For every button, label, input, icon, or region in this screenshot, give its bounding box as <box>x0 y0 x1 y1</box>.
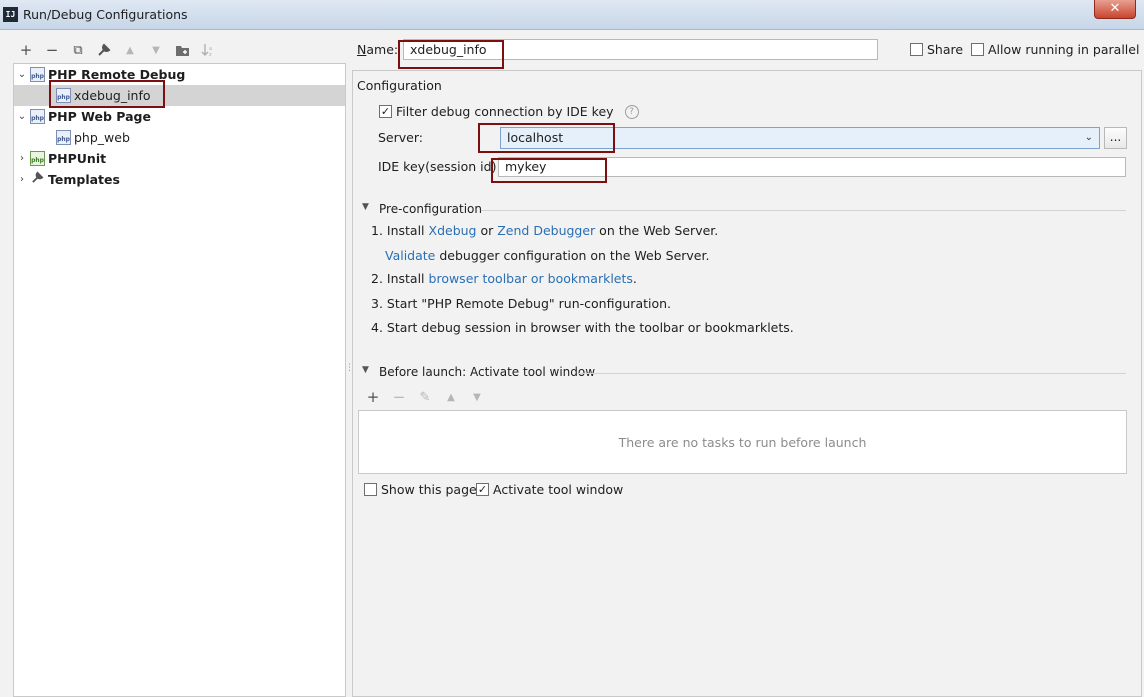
step-text: 1. Install <box>371 223 429 238</box>
splitter-handle[interactable]: ⋮ <box>345 364 354 373</box>
svg-text:z: z <box>209 52 212 57</box>
edit-defaults-icon[interactable] <box>91 38 117 62</box>
configuration-tree: ⌄ php PHP Remote Debug php xdebug_info ⌄… <box>13 63 346 697</box>
step-text: on the Web Server. <box>595 223 719 238</box>
activate-tool-window-checkbox[interactable]: ✓ Activate tool window <box>476 482 623 497</box>
name-label: Name: <box>357 42 399 57</box>
tree-item-phpunit[interactable]: › php PHPUnit <box>14 148 345 169</box>
share-label: Share <box>927 42 964 57</box>
preconfig-step-4: 4. Start debug session in browser with t… <box>371 320 794 335</box>
chevron-down-icon[interactable]: ⌄ <box>14 111 30 122</box>
browse-servers-button[interactable]: ... <box>1104 127 1127 149</box>
remove-icon[interactable]: − <box>39 38 65 62</box>
zend-debugger-link[interactable]: Zend Debugger <box>497 223 595 238</box>
chevron-down-icon[interactable]: ⌄ <box>1085 128 1093 148</box>
chevron-down-icon[interactable]: ⌄ <box>14 69 30 80</box>
app-icon: IJ <box>3 7 18 22</box>
show-this-page-label: Show this page <box>381 482 477 497</box>
add-icon[interactable]: + <box>13 38 39 62</box>
copy-icon[interactable]: ⧉ <box>65 38 91 62</box>
collapse-triangle-icon[interactable]: ▼ <box>362 365 369 375</box>
step-text: 2. Install <box>371 271 429 286</box>
step-text: or <box>476 223 498 238</box>
step-text: . <box>632 271 637 286</box>
highlight-box <box>491 158 607 183</box>
preconfig-step-1: 1. Install Xdebug or Zend Debugger on th… <box>371 223 718 238</box>
move-up-icon[interactable]: ▲ <box>441 392 461 403</box>
wrench-icon <box>30 171 45 188</box>
new-folder-icon[interactable] <box>169 38 195 62</box>
ide-key-label: IDE key(session id): <box>378 159 501 174</box>
tree-item-php-web[interactable]: php php_web <box>14 127 345 148</box>
before-launch-toolbar: + − ✎ ▲ ▼ <box>363 388 487 406</box>
share-checkbox[interactable]: Share <box>910 42 963 57</box>
sort-icon[interactable]: az <box>195 38 221 62</box>
before-launch-title: Before launch: Activate tool window <box>379 365 596 379</box>
allow-parallel-label: Allow running in parallel <box>988 42 1140 57</box>
xdebug-link[interactable]: Xdebug <box>429 223 477 238</box>
activate-tool-window-label: Activate tool window <box>493 482 624 497</box>
server-label: Server: <box>378 130 423 145</box>
step-text: debugger configuration on the Web Server… <box>435 248 710 263</box>
filter-ide-key-checkbox[interactable]: ✓ Filter debug connection by IDE key ? <box>379 104 639 119</box>
divider <box>481 210 1126 211</box>
validate-link[interactable]: Validate <box>385 248 435 263</box>
php-web-page-icon: php <box>30 109 45 124</box>
php-web-page-icon: php <box>56 130 71 145</box>
add-icon[interactable]: + <box>363 388 383 406</box>
before-launch-task-list[interactable]: There are no tasks to run before launch <box>358 410 1127 474</box>
browser-toolbar-link[interactable]: browser toolbar or bookmarklets <box>429 271 633 286</box>
chevron-right-icon[interactable]: › <box>14 153 30 164</box>
move-down-icon[interactable]: ▼ <box>467 392 487 403</box>
tree-item-templates[interactable]: › Templates <box>14 169 345 190</box>
preconfig-step-3: 3. Start "PHP Remote Debug" run-configur… <box>371 296 672 311</box>
tree-item-php-web-page[interactable]: ⌄ php PHP Web Page <box>14 106 345 127</box>
configuration-title: Configuration <box>357 78 442 93</box>
allow-parallel-checkbox[interactable]: Allow running in parallel <box>971 42 1139 57</box>
php-remote-debug-icon: php <box>30 67 45 82</box>
checkbox-icon[interactable] <box>364 483 377 496</box>
edit-icon[interactable]: ✎ <box>415 390 435 405</box>
preconfig-step-2: 2. Install browser toolbar or bookmarkle… <box>371 271 637 286</box>
highlight-box <box>478 123 615 153</box>
divider <box>577 373 1126 374</box>
collapse-triangle-icon[interactable]: ▼ <box>362 202 369 212</box>
phpunit-icon: php <box>30 151 45 166</box>
checkmark-icon[interactable]: ✓ <box>379 105 392 118</box>
checkbox-icon[interactable] <box>971 43 984 56</box>
checkbox-icon[interactable] <box>910 43 923 56</box>
empty-state-text: There are no tasks to run before launch <box>618 435 867 450</box>
move-up-icon[interactable]: ▲ <box>117 38 143 62</box>
tree-item-label: PHPUnit <box>48 151 107 166</box>
show-this-page-checkbox[interactable]: Show this page <box>364 482 477 497</box>
tree-item-label: PHP Web Page <box>48 109 151 124</box>
filter-ide-key-label: Filter debug connection by IDE key <box>396 104 614 119</box>
checkmark-icon[interactable]: ✓ <box>476 483 489 496</box>
preconfig-validate: Validate debugger configuration on the W… <box>385 248 709 263</box>
preconfig-title: Pre-configuration <box>379 202 483 216</box>
move-down-icon[interactable]: ▼ <box>143 38 169 62</box>
tree-item-label: php_web <box>74 130 130 145</box>
highlight-box <box>49 80 165 108</box>
config-toolbar: + − ⧉ ▲ ▼ az <box>13 38 221 62</box>
chevron-right-icon[interactable]: › <box>14 174 30 185</box>
remove-icon[interactable]: − <box>389 388 409 406</box>
window-title: Run/Debug Configurations <box>23 7 188 22</box>
tree-item-label: Templates <box>48 172 120 187</box>
close-button[interactable]: ✕ <box>1094 0 1136 19</box>
highlight-box <box>398 40 504 69</box>
help-icon[interactable]: ? <box>624 104 639 119</box>
